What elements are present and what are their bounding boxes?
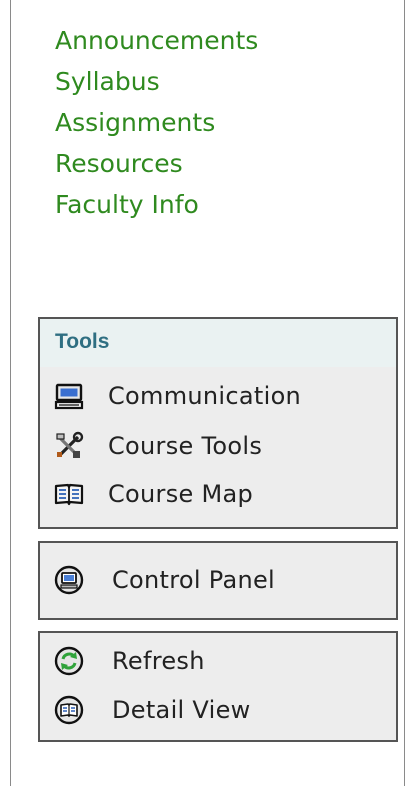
book-icon bbox=[54, 479, 84, 509]
tools-item-course-map[interactable]: Course Map bbox=[54, 474, 253, 514]
nav-link-announcements[interactable]: Announcements bbox=[55, 28, 258, 53]
course-menu: Announcements Syllabus Assignments Resou… bbox=[55, 28, 258, 233]
detail-view-link[interactable]: Detail View bbox=[54, 690, 251, 730]
control-panel-link[interactable]: Control Panel bbox=[54, 560, 275, 600]
refresh-icon bbox=[54, 646, 84, 676]
tools-item-course-tools[interactable]: Course Tools bbox=[54, 426, 262, 466]
tools-item-label: Course Tools bbox=[108, 432, 263, 460]
nav-link-resources[interactable]: Resources bbox=[55, 151, 258, 176]
control-panel-box: Control Panel bbox=[38, 541, 398, 620]
tools-icon bbox=[54, 431, 84, 461]
refresh-link[interactable]: Refresh bbox=[54, 641, 205, 681]
detail-view-label: Detail View bbox=[112, 696, 251, 724]
tools-panel: Tools Communication Course Tools Course … bbox=[38, 317, 398, 529]
tools-item-communication[interactable]: Communication bbox=[54, 376, 301, 416]
nav-link-assignments[interactable]: Assignments bbox=[55, 110, 258, 135]
nav-link-syllabus[interactable]: Syllabus bbox=[55, 69, 258, 94]
refresh-label: Refresh bbox=[112, 647, 205, 675]
view-actions-box: Refresh Detail View bbox=[38, 631, 398, 742]
computer-icon bbox=[54, 381, 84, 411]
tools-item-label: Course Map bbox=[108, 480, 254, 508]
control-panel-label: Control Panel bbox=[112, 566, 276, 594]
tools-item-label: Communication bbox=[108, 382, 302, 410]
monitor-circle-icon bbox=[54, 565, 84, 595]
tools-header: Tools bbox=[40, 319, 396, 367]
nav-link-faculty-info[interactable]: Faculty Info bbox=[55, 192, 258, 217]
book-circle-icon bbox=[54, 695, 84, 725]
